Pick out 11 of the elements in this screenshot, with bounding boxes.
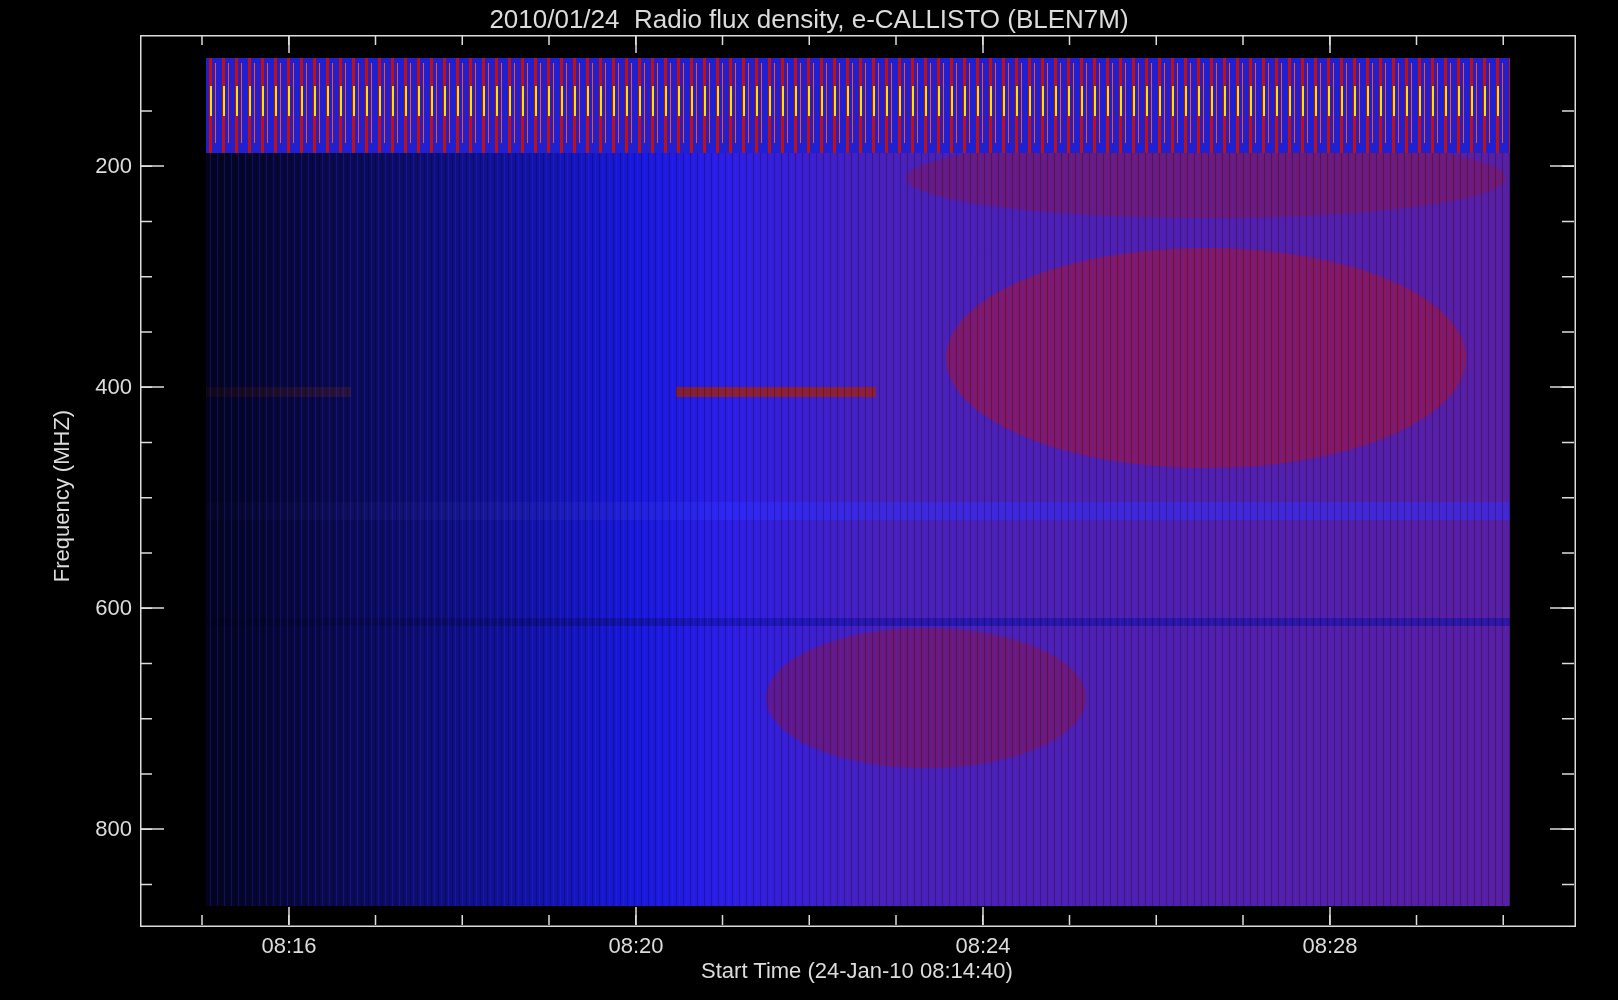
y-tick-label: 800 — [94, 818, 132, 840]
x-axis-label: Start Time (24-Jan-10 08:14:40) — [700, 960, 1014, 982]
x-tick-label: 08:28 — [1301, 935, 1359, 957]
y-tick-label: 600 — [94, 597, 132, 619]
y-tick-label: 200 — [94, 155, 132, 177]
x-tick-label: 08:20 — [607, 935, 665, 957]
x-tick-label: 08:16 — [260, 935, 318, 957]
y-tick-label: 400 — [94, 376, 132, 398]
y-axis-label: Frequency (MHZ) — [51, 408, 73, 585]
x-tick-label: 08:24 — [954, 935, 1012, 957]
chart-title: 2010/01/24 Radio flux density, e-CALLISTO (BLEN7M) — [488, 3, 1130, 36]
